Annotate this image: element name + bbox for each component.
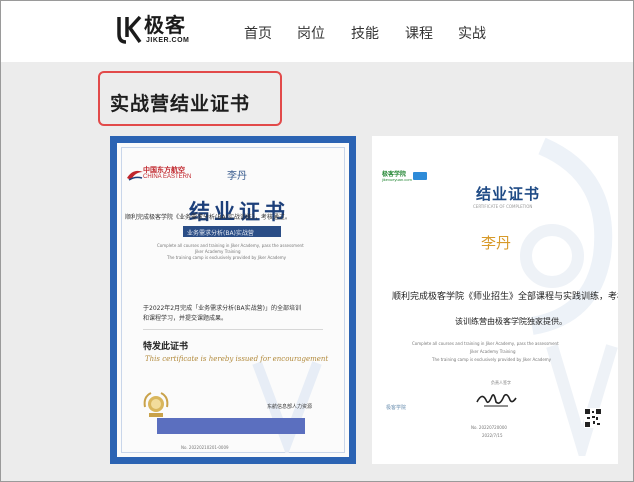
body-text-2: 和课程学习，并提交课题成果。 [143, 315, 228, 322]
signature-icon [476, 393, 517, 407]
english-line-2: Jiker Academy Training [470, 349, 516, 354]
china-eastern-logo-icon [127, 170, 143, 181]
certificate-image-1[interactable]: 中国东方航空 CHINA EASTERN 李丹 结业证书 顺利完成极客学院《业务… [110, 136, 356, 464]
divider [143, 329, 323, 330]
site-logo[interactable]: 极客 JIKER.COM [116, 13, 196, 49]
certificate-title: 结业证书 [189, 200, 289, 224]
nav-jobs[interactable]: 岗位 [297, 23, 325, 43]
body-text-1: 于2022年2月完成「业务需求分析(BA实战营)」的全部培训 [143, 305, 301, 312]
completion-statement: 顺利完成极客学院《师业招生》全部课程与实践训练，考核通过。 [392, 292, 618, 302]
watermark-icon [546, 344, 618, 456]
script-text: This certificate is hereby issued for en… [145, 355, 329, 363]
logo-text: 极客 [144, 13, 186, 37]
academy-badge-icon [413, 172, 427, 180]
nav-skills[interactable]: 技能 [351, 23, 379, 43]
certificate-subtitle: CERTIFICATE OF COMPLETION [473, 204, 533, 209]
english-line-3: The training camp is exclusively provide… [432, 357, 552, 362]
recipient-name: 李丹 [481, 234, 512, 252]
certificate-paper: 中国东方航空 CHINA EASTERN 李丹 结业证书 顺利完成极客学院《业务… [117, 143, 349, 457]
english-line-1: Complete all courses and training in Jik… [412, 341, 559, 346]
certificate-number: No. 20220210201-0009 [181, 445, 229, 450]
certificate-image-2[interactable]: 极客学院 jikexueyuan.com 结业证书 CERTIFICATE OF… [372, 136, 618, 464]
nav-courses[interactable]: 课程 [405, 23, 433, 43]
academy-seal-text: 极客学院 [386, 405, 407, 411]
qr-code-icon [584, 408, 602, 428]
academy-logo-domain: jikexueyuan.com [382, 177, 412, 182]
jk-logo-icon [117, 15, 142, 44]
certificate-number: No. 20220720000 [471, 425, 507, 430]
recipient-name: 李丹 [227, 171, 247, 182]
redacted-block [157, 418, 305, 434]
issuer-text: 东航信息部人力资源 [267, 404, 313, 410]
logo-domain: JIKER.COM [146, 37, 190, 44]
certificate-date: 2022/7/15 [482, 433, 503, 438]
certificate-title: 结业证书 [476, 185, 541, 203]
english-line-2: Jiker Academy Training [195, 249, 241, 254]
provider-statement: 该训练营由极客学院独家提供。 [455, 317, 567, 326]
course-band-text: 业务需求分析(BA)实战营 [187, 230, 254, 237]
special-issue-text: 特发此证书 [143, 342, 189, 352]
page-title: 实战营结业证书 [110, 93, 251, 115]
airline-name-en: CHINA EASTERN [143, 174, 192, 180]
english-line-3: The training camp is exclusively provide… [167, 255, 287, 260]
site-header: 极客 JIKER.COM 首页 岗位 技能 课程 实战 [1, 1, 633, 62]
completion-statement: 顺利完成极客学院《业务需求分析(BA)实战训练》，考核通过。 [125, 214, 291, 221]
signer-label: 负责人签字 [491, 380, 511, 385]
medal-icon [143, 392, 169, 417]
nav-home[interactable]: 首页 [244, 23, 272, 43]
nav-practice[interactable]: 实战 [458, 23, 486, 43]
english-line-1: Complete all courses and training in Jik… [157, 243, 304, 248]
